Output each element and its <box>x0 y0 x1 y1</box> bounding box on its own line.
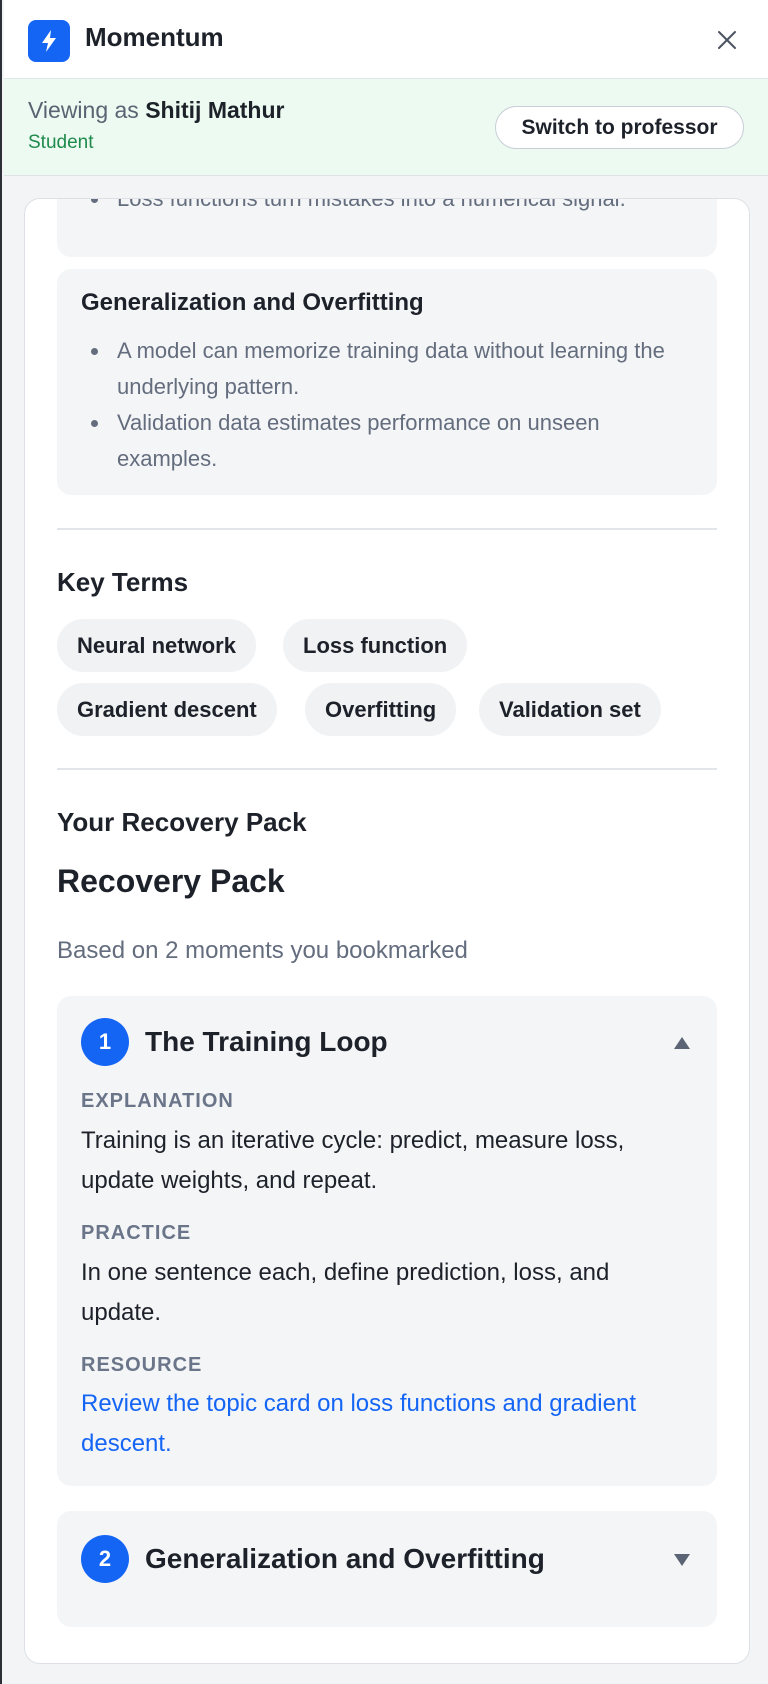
close-icon[interactable] <box>714 27 740 53</box>
content-panel[interactable]: Loss functions turn mistakes into a nume… <box>24 198 750 1664</box>
recovery-pack-subtitle: Based on 2 moments you bookmarked <box>57 937 468 964</box>
explanation-label: EXPLANATION <box>81 1090 234 1112</box>
moment-number-badge: 2 <box>81 1535 129 1583</box>
chevron-down-icon[interactable] <box>673 1553 691 1567</box>
key-term-chip[interactable]: Validation set <box>479 683 661 736</box>
topic-bullet: Validation data estimates performance on… <box>81 405 693 477</box>
user-role: Student <box>28 132 94 153</box>
topic-bullet: A model can memorize training data witho… <box>81 333 693 405</box>
topic-bullets: A model can memorize training data witho… <box>81 333 693 477</box>
app-title: Momentum <box>85 22 224 52</box>
app-header: Momentum <box>4 0 768 79</box>
topic-card: Generalization and Overfitting A model c… <box>57 269 717 495</box>
topic-bullet: Loss functions turn mistakes into a nume… <box>81 199 693 217</box>
divider <box>57 768 717 770</box>
moment-title[interactable]: Generalization and Overfitting <box>145 1543 545 1575</box>
viewing-prefix: Viewing as <box>28 97 139 123</box>
key-term-chip[interactable]: Loss function <box>283 619 468 672</box>
divider <box>57 528 717 530</box>
topic-card: Loss functions turn mistakes into a nume… <box>57 199 717 257</box>
key-term-chip[interactable]: Overfitting <box>305 683 457 736</box>
practice-text: In one sentence each, define prediction,… <box>81 1259 610 1326</box>
switch-to-professor-button[interactable]: Switch to professor <box>495 106 744 149</box>
moment-title[interactable]: The Training Loop <box>145 1026 388 1058</box>
viewing-as-text: Viewing as Shitij Mathur <box>28 97 284 124</box>
chevron-up-icon[interactable] <box>673 1036 691 1050</box>
moment-number-badge: 1 <box>81 1018 129 1066</box>
app-frame: Momentum Viewing as Shitij Mathur Studen… <box>0 0 768 1684</box>
lightning-bolt-icon <box>28 20 70 62</box>
key-terms-heading: Key Terms <box>57 567 189 597</box>
resource-link[interactable]: Review the topic card on loss functions … <box>81 1384 693 1464</box>
topic-bullets: Loss functions turn mistakes into a nume… <box>81 199 693 217</box>
user-name: Shitij Mathur <box>145 97 285 123</box>
resource-label: RESOURCE <box>81 1354 203 1376</box>
recovery-moment-card: 1 The Training Loop EXPLANATION Training… <box>57 996 717 1486</box>
your-recovery-pack-heading: Your Recovery Pack <box>57 807 307 837</box>
practice-label: PRACTICE <box>81 1222 192 1244</box>
recovery-moment-card: 2 Generalization and Overfitting <box>57 1511 717 1627</box>
explanation-text: Training is an iterative cycle: predict,… <box>81 1127 625 1194</box>
topic-title: Generalization and Overfitting <box>81 289 424 316</box>
viewing-as-banner: Viewing as Shitij Mathur Student Switch … <box>4 79 768 176</box>
recovery-pack-title: Recovery Pack <box>57 863 285 899</box>
key-term-chip[interactable]: Gradient descent <box>57 683 277 736</box>
key-term-chip[interactable]: Neural network <box>57 619 256 672</box>
